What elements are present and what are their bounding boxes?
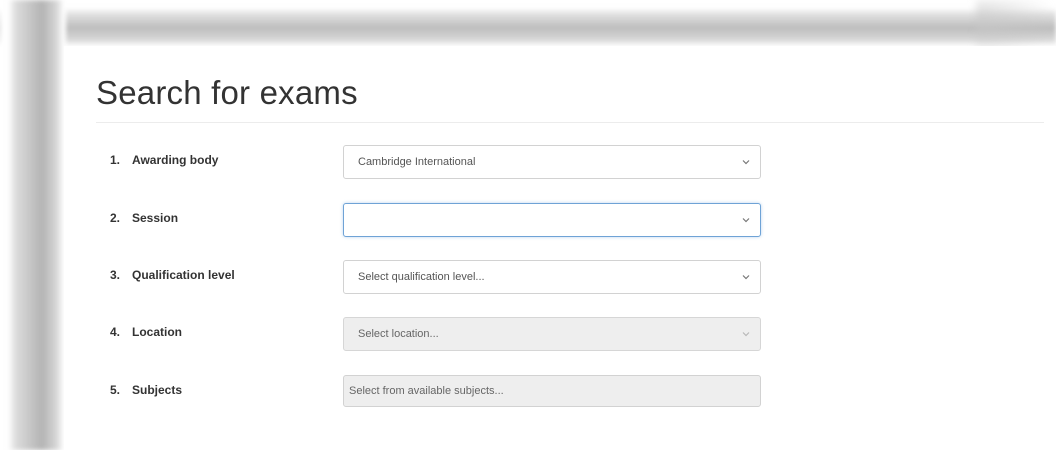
qualification-level-select[interactable]: Select qualification level... [343, 260, 761, 294]
session-label: 2. Session [110, 211, 178, 225]
subjects-placeholder: Select from available subjects... [349, 385, 504, 397]
row-number: 4. [110, 325, 121, 339]
row-label-text: Subjects [132, 383, 183, 397]
chevron-down-icon [742, 218, 750, 223]
awarding-body-select[interactable]: Cambridge International [343, 145, 761, 179]
row-label-text: Location [132, 325, 182, 339]
window-shadow-left [0, 0, 66, 450]
row-number: 5. [110, 383, 121, 397]
location-label: 4. Location [110, 325, 182, 339]
qualification-level-placeholder: Select qualification level... [358, 271, 485, 283]
qualification-level-label: 3. Qualification level [110, 268, 235, 282]
search-panel: Search for exams 1. Awarding body Cambrid… [64, 46, 1056, 450]
row-number: 1. [110, 153, 121, 167]
awarding-body-selected-value: Cambridge International [358, 156, 476, 168]
session-select[interactable] [343, 203, 761, 237]
chevron-down-icon [742, 160, 750, 165]
row-number: 3. [110, 268, 121, 282]
subjects-input[interactable]: Select from available subjects... [343, 375, 761, 407]
row-label-text: Session [132, 211, 179, 225]
chevron-down-icon [742, 275, 750, 280]
form-row-awarding-body: 1. Awarding body Cambridge International [64, 145, 1056, 181]
location-placeholder: Select location... [358, 328, 439, 340]
window-shadow-top [0, 0, 1056, 46]
awarding-body-label: 1. Awarding body [110, 153, 218, 167]
row-label-text: Awarding body [132, 153, 219, 167]
screenshot-stage: Search for exams 1. Awarding body Cambrid… [0, 0, 1056, 450]
title-divider [96, 122, 1044, 123]
form-row-qualification-level: 3. Qualification level Select qualificati… [64, 260, 1056, 296]
row-label-text: Qualification level [132, 268, 235, 282]
chevron-down-icon [742, 332, 750, 337]
row-number: 2. [110, 211, 121, 225]
page-title: Search for exams [96, 74, 358, 111]
form-row-location: 4. Location Select location... [64, 317, 1056, 353]
location-select[interactable]: Select location... [343, 317, 761, 351]
form-row-session: 2. Session [64, 203, 1056, 239]
form-row-subjects: 5. Subjects Select from available subject… [64, 375, 1056, 411]
subjects-label: 5. Subjects [110, 383, 182, 397]
